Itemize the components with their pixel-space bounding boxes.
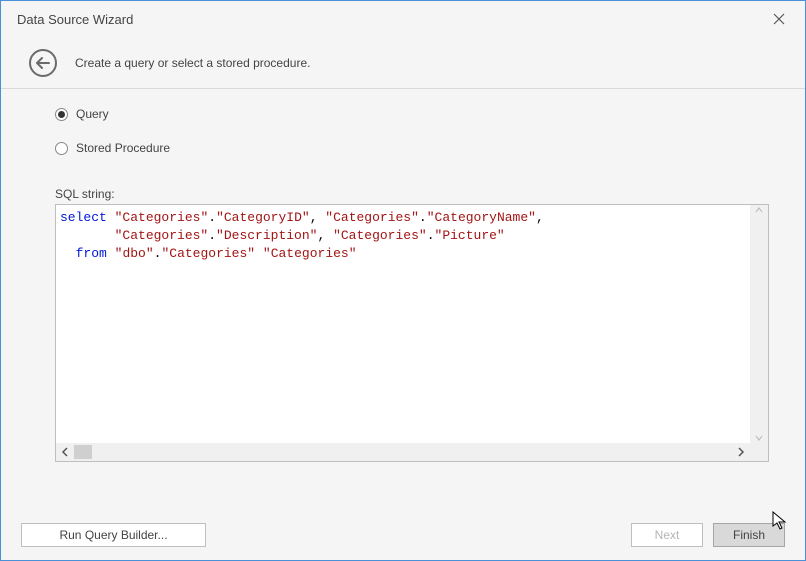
radio-stored-procedure[interactable]: Stored Procedure (55, 141, 769, 155)
cursor-icon (772, 511, 788, 531)
back-arrow-icon (36, 57, 50, 69)
horizontal-scrollbar[interactable] (56, 443, 750, 461)
radio-query-indicator (55, 108, 68, 121)
banner: Create a query or select a stored proced… (1, 37, 805, 89)
sql-string-label: SQL string: (55, 187, 769, 201)
footer: Run Query Builder... Next Finish (1, 510, 805, 560)
radio-stored-procedure-indicator (55, 142, 68, 155)
close-button[interactable] (767, 7, 791, 31)
scroll-down-icon (754, 433, 764, 443)
scroll-left-icon (56, 443, 74, 461)
radio-query-label: Query (76, 107, 109, 121)
content-area: Query Stored Procedure SQL string: selec… (1, 89, 805, 510)
run-query-builder-button[interactable]: Run Query Builder... (21, 523, 206, 547)
scroll-up-icon (754, 205, 764, 215)
radio-stored-procedure-label: Stored Procedure (76, 141, 170, 155)
sql-textarea[interactable]: select "Categories"."CategoryID", "Categ… (55, 204, 769, 462)
wizard-window: Data Source Wizard Create a query or sel… (0, 0, 806, 561)
back-button[interactable] (29, 49, 57, 77)
horizontal-scrollbar-thumb[interactable] (74, 445, 92, 459)
banner-instruction: Create a query or select a stored proced… (75, 56, 310, 70)
scrollbar-corner (750, 443, 768, 461)
titlebar: Data Source Wizard (1, 1, 805, 37)
scroll-right-icon (732, 443, 750, 461)
next-button: Next (631, 523, 703, 547)
sql-content: select "Categories"."CategoryID", "Categ… (60, 209, 750, 443)
radio-query[interactable]: Query (55, 107, 769, 121)
vertical-scrollbar[interactable] (750, 205, 768, 443)
window-title: Data Source Wizard (17, 12, 767, 27)
close-icon (773, 13, 785, 25)
